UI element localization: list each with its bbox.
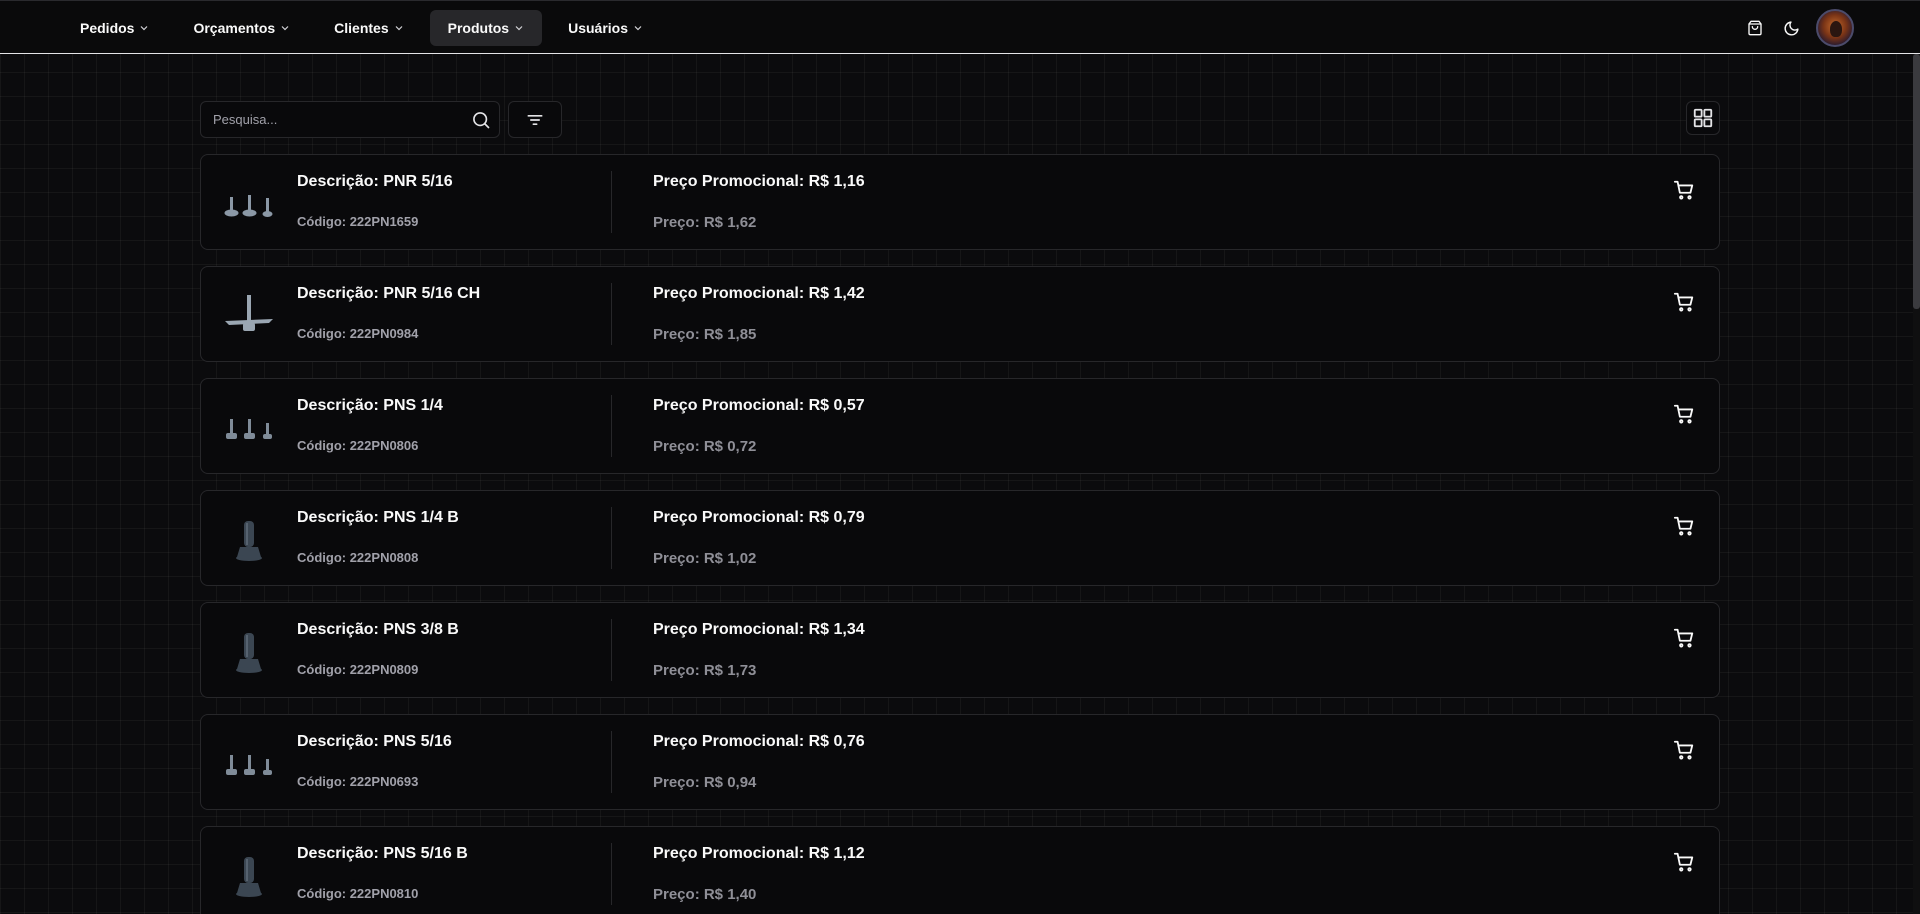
nav-orcamentos[interactable]: Orçamentos xyxy=(175,10,308,46)
product-code: Código: 222PN0806 xyxy=(297,438,419,453)
product-image-three-feet xyxy=(226,419,272,439)
divider xyxy=(611,843,612,905)
regular-price: Preço: R$ 1,02 xyxy=(653,550,757,567)
nav-produtos[interactable]: Produtos xyxy=(429,10,543,46)
product-description: Descrição: PNS 5/16 B xyxy=(297,845,468,862)
divider xyxy=(611,395,612,457)
regular-price: Preço: R$ 0,72 xyxy=(653,438,757,455)
nav-clientes-label: Clientes xyxy=(334,20,389,36)
product-image-boot-foot xyxy=(236,521,262,561)
filter-button[interactable] xyxy=(508,101,562,138)
add-to-cart-icon[interactable] xyxy=(1673,851,1695,873)
page-scrollbar[interactable] xyxy=(1913,54,1920,914)
product-image-boot-foot xyxy=(236,857,262,897)
chevron-down-icon xyxy=(141,26,148,31)
product-image-three-feet xyxy=(226,755,272,775)
chevron-down-icon xyxy=(515,26,523,31)
top-navigation-bar: Pedidos Orçamentos Clientes Produtos Usu… xyxy=(0,0,1920,54)
grid-view-button[interactable] xyxy=(1686,101,1720,135)
shopping-bag-icon xyxy=(1748,20,1762,36)
nav-usuarios[interactable]: Usuários xyxy=(550,10,661,46)
grid-view-icon xyxy=(1693,108,1713,128)
nav-orcamentos-label: Orçamentos xyxy=(193,20,276,36)
main-nav: Pedidos Orçamentos Clientes Produtos Usu… xyxy=(62,10,661,46)
regular-price: Preço: R$ 1,62 xyxy=(653,214,757,231)
divider xyxy=(611,283,612,345)
regular-price: Preço: R$ 1,40 xyxy=(653,886,757,903)
divider xyxy=(611,619,612,681)
product-card[interactable]: Descrição: PNS 1/4 Código: 222PN0806 Pre… xyxy=(200,378,1720,474)
chevron-down-icon xyxy=(395,26,403,31)
product-description: Descrição: PNS 1/4 B xyxy=(297,509,459,526)
divider xyxy=(611,171,612,233)
nav-usuarios-label: Usuários xyxy=(568,20,629,36)
product-card[interactable]: Descrição: PNS 5/16 Código: 222PN0693 Pr… xyxy=(200,714,1720,810)
nav-pedidos-label: Pedidos xyxy=(80,20,135,36)
moon-icon xyxy=(1784,20,1799,35)
add-to-cart-icon[interactable] xyxy=(1673,291,1695,313)
divider xyxy=(611,731,612,793)
product-card[interactable]: Descrição: PNR 5/16 Código: 222PN1659 Pr… xyxy=(200,154,1720,250)
search-icon[interactable] xyxy=(471,110,491,130)
promo-price: Preço Promocional: R$ 1,34 xyxy=(653,621,865,638)
product-code: Código: 222PN0984 xyxy=(297,326,419,341)
product-image-plate-foot xyxy=(225,295,273,331)
promo-price: Preço Promocional: R$ 1,42 xyxy=(653,285,865,302)
add-to-cart-icon[interactable] xyxy=(1673,179,1695,201)
promo-price: Preço Promocional: R$ 1,16 xyxy=(653,173,865,190)
nav-produtos-label: Produtos xyxy=(447,20,510,36)
product-code: Código: 222PN0808 xyxy=(297,550,419,565)
add-to-cart-icon[interactable] xyxy=(1673,515,1695,537)
search-input[interactable] xyxy=(201,102,461,137)
divider xyxy=(611,507,612,569)
chevron-down-icon xyxy=(281,26,289,31)
product-code: Código: 222PN0809 xyxy=(297,662,419,677)
product-description: Descrição: PNR 5/16 xyxy=(297,173,453,190)
add-to-cart-icon[interactable] xyxy=(1673,403,1695,425)
top-actions xyxy=(1744,9,1854,47)
shopping-bag-button[interactable] xyxy=(1744,17,1766,39)
product-description: Descrição: PNS 3/8 B xyxy=(297,621,459,638)
product-image-three-feet xyxy=(224,195,273,217)
product-description: Descrição: PNS 5/16 xyxy=(297,733,452,750)
product-card[interactable]: Descrição: PNS 5/16 B Código: 222PN0810 … xyxy=(200,826,1720,914)
avatar[interactable] xyxy=(1816,9,1854,47)
regular-price: Preço: R$ 1,85 xyxy=(653,326,757,343)
chevron-down-icon xyxy=(634,26,642,31)
product-description: Descrição: PNR 5/16 CH xyxy=(297,285,481,302)
nav-pedidos[interactable]: Pedidos xyxy=(62,10,167,46)
regular-price: Preço: R$ 1,73 xyxy=(653,662,757,679)
theme-toggle-button[interactable] xyxy=(1780,17,1802,39)
nav-clientes[interactable]: Clientes xyxy=(316,10,421,46)
promo-price: Preço Promocional: R$ 0,76 xyxy=(653,733,865,750)
add-to-cart-icon[interactable] xyxy=(1673,739,1695,761)
product-image-boot-foot xyxy=(236,633,262,673)
search-box xyxy=(200,101,500,138)
product-description: Descrição: PNS 1/4 xyxy=(297,397,443,414)
add-to-cart-icon[interactable] xyxy=(1673,627,1695,649)
product-card[interactable]: Descrição: PNR 5/16 CH Código: 222PN0984… xyxy=(200,266,1720,362)
product-code: Código: 222PN0810 xyxy=(297,886,419,901)
regular-price: Preço: R$ 0,94 xyxy=(653,774,757,791)
products-toolbar xyxy=(200,101,1720,139)
scrollbar-thumb[interactable] xyxy=(1913,54,1920,309)
product-card[interactable]: Descrição: PNS 3/8 B Código: 222PN0809 P… xyxy=(200,602,1720,698)
promo-price: Preço Promocional: R$ 0,57 xyxy=(653,397,865,414)
filter-icon xyxy=(527,114,543,125)
product-code: Código: 222PN1659 xyxy=(297,214,419,229)
promo-price: Preço Promocional: R$ 1,12 xyxy=(653,845,865,862)
promo-price: Preço Promocional: R$ 0,79 xyxy=(653,509,865,526)
product-card[interactable]: Descrição: PNS 1/4 B Código: 222PN0808 P… xyxy=(200,490,1720,586)
product-code: Código: 222PN0693 xyxy=(297,774,419,789)
